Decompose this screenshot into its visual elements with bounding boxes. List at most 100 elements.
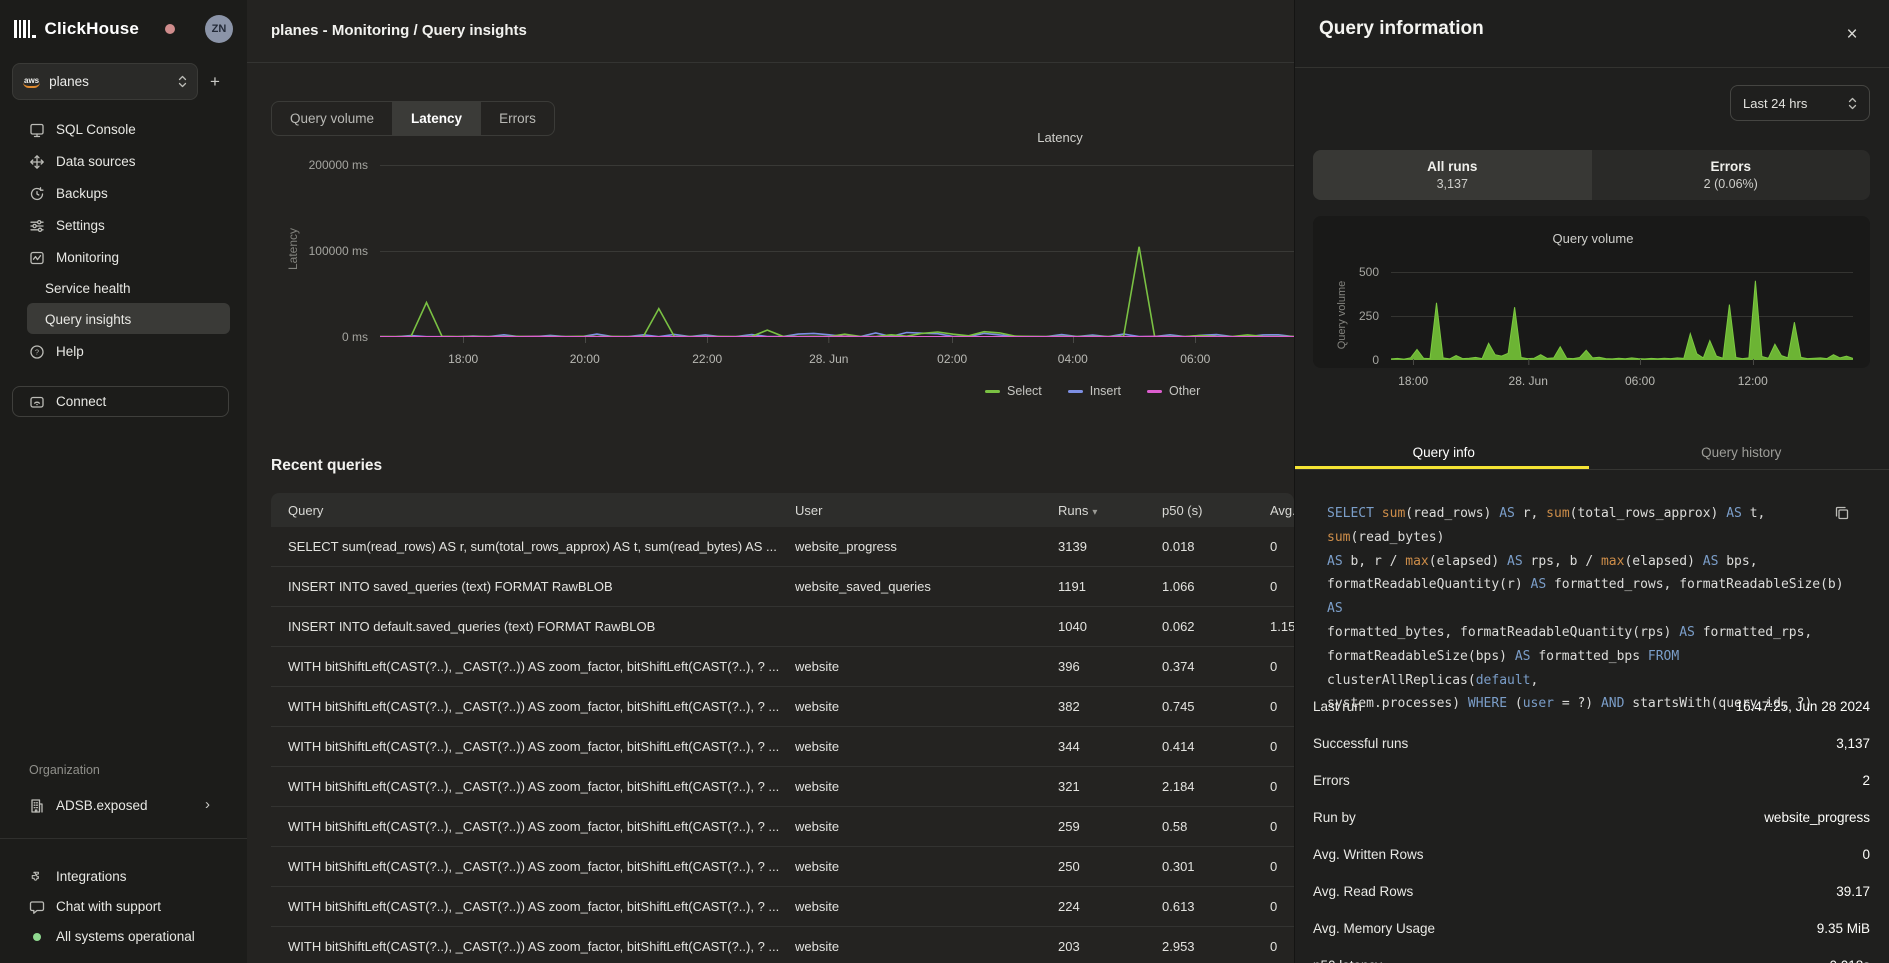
table-row[interactable]: INSERT INTO default.saved_queries (text)… bbox=[271, 607, 1294, 647]
table-row[interactable]: INSERT INTO saved_queries (text) FORMAT … bbox=[271, 567, 1294, 607]
cell-avg: 0 bbox=[1270, 819, 1294, 834]
legend-item-select[interactable]: Select bbox=[985, 384, 1042, 398]
cell-query: WITH bitShiftLeft(CAST(?..), _CAST(?..))… bbox=[288, 739, 795, 754]
cell-query: INSERT INTO saved_queries (text) FORMAT … bbox=[288, 579, 795, 594]
cell-avg: 0 bbox=[1270, 739, 1294, 754]
stat-row-errors: Errors 2 bbox=[1313, 762, 1870, 799]
puzzle-icon bbox=[29, 869, 45, 885]
recent-queries-title: Recent queries bbox=[271, 457, 382, 475]
column-header-user[interactable]: User bbox=[795, 503, 1058, 518]
sidebar-item-system-status[interactable]: All systems operational bbox=[0, 921, 247, 952]
sidebar-item-help[interactable]: ? Help bbox=[0, 336, 247, 367]
segment-all-runs[interactable]: All runs 3,137 bbox=[1313, 150, 1592, 200]
sidebar-item-service-health[interactable]: Service health bbox=[0, 273, 247, 304]
sidebar-item-integrations[interactable]: Integrations bbox=[0, 861, 247, 892]
panel-tabs: Query info Query history bbox=[1295, 436, 1889, 470]
tab-query-volume[interactable]: Query volume bbox=[272, 102, 392, 135]
column-header-p50[interactable]: p50 (s) bbox=[1162, 503, 1270, 518]
sidebar-item-settings[interactable]: Settings bbox=[0, 210, 247, 241]
sidebar-item-data-sources[interactable]: Data sources bbox=[0, 146, 247, 177]
cell-runs: 250 bbox=[1058, 859, 1162, 874]
segment-value: 2 (0.06%) bbox=[1704, 177, 1758, 191]
add-service-button[interactable]: + bbox=[203, 70, 227, 94]
query-volume-plot[interactable] bbox=[1391, 272, 1853, 360]
axis-tick-label: 22:00 bbox=[692, 352, 722, 366]
cell-user: website bbox=[795, 819, 1058, 834]
table-row[interactable]: WITH bitShiftLeft(CAST(?..), _CAST(?..))… bbox=[271, 767, 1294, 807]
axis-tick-label: 02:00 bbox=[937, 352, 967, 366]
sidebar-item-chat-support[interactable]: Chat with support bbox=[0, 891, 247, 922]
time-range-select[interactable]: Last 24 hrs bbox=[1730, 85, 1870, 121]
segment-label: All runs bbox=[1427, 159, 1477, 174]
table-row[interactable]: WITH bitShiftLeft(CAST(?..), _CAST(?..))… bbox=[271, 687, 1294, 727]
sidebar-item-query-insights[interactable]: Query insights bbox=[0, 304, 247, 335]
legend-item-other[interactable]: Other bbox=[1147, 384, 1200, 398]
cell-p50: 0.613 bbox=[1162, 899, 1270, 914]
sidebar: ClickHouse ZN aws planes + SQL Console D… bbox=[0, 0, 247, 963]
query-volume-chart-title: Query volume bbox=[1513, 231, 1673, 246]
table-row[interactable]: WITH bitShiftLeft(CAST(?..), _CAST(?..))… bbox=[271, 647, 1294, 687]
panel-title: Query information bbox=[1319, 18, 1484, 40]
cell-user: website bbox=[795, 859, 1058, 874]
stat-value: website_progress bbox=[1764, 810, 1870, 825]
cell-runs: 1040 bbox=[1058, 619, 1162, 634]
segment-errors[interactable]: Errors 2 (0.06%) bbox=[1592, 150, 1871, 200]
stat-label: Successful runs bbox=[1313, 736, 1408, 751]
query-information-panel: Query information × Last 24 hrs All runs… bbox=[1294, 0, 1889, 963]
column-header-query[interactable]: Query bbox=[288, 503, 795, 518]
restore-clock-icon bbox=[29, 186, 45, 202]
close-icon[interactable]: × bbox=[1839, 22, 1865, 48]
stat-value: 0.018s bbox=[1829, 958, 1870, 963]
avatar[interactable]: ZN bbox=[205, 15, 233, 43]
service-selector[interactable]: aws planes bbox=[12, 63, 198, 100]
terminal-icon bbox=[29, 122, 45, 138]
segment-label: Errors bbox=[1710, 159, 1751, 174]
cell-user: website bbox=[795, 739, 1058, 754]
table-row[interactable]: SELECT sum(read_rows) AS r, sum(total_ro… bbox=[271, 527, 1294, 567]
cell-runs: 1191 bbox=[1058, 579, 1162, 594]
latency-ytick: 0 ms bbox=[292, 330, 368, 344]
tab-latency[interactable]: Latency bbox=[392, 102, 480, 135]
sidebar-item-sql-console[interactable]: SQL Console bbox=[0, 114, 247, 145]
table-row[interactable]: WITH bitShiftLeft(CAST(?..), _CAST(?..))… bbox=[271, 887, 1294, 927]
sidebar-item-label: Help bbox=[56, 344, 84, 359]
column-header-avg[interactable]: Avg. bbox=[1270, 503, 1294, 518]
axis-tick-label: 20:00 bbox=[570, 352, 600, 366]
move-arrows-icon bbox=[29, 154, 45, 170]
table-row[interactable]: WITH bitShiftLeft(CAST(?..), _CAST(?..))… bbox=[271, 927, 1294, 963]
cell-query: SELECT sum(read_rows) AS r, sum(total_ro… bbox=[288, 539, 795, 554]
table-row[interactable]: WITH bitShiftLeft(CAST(?..), _CAST(?..))… bbox=[271, 847, 1294, 887]
cell-avg: 1.15 bbox=[1270, 619, 1294, 634]
sidebar-item-backups[interactable]: Backups bbox=[0, 178, 247, 209]
legend-swatch-insert bbox=[1068, 390, 1083, 393]
sidebar-item-monitoring[interactable]: Monitoring bbox=[0, 242, 247, 273]
organization-section-label: Organization bbox=[29, 763, 100, 777]
qv-ytick: 500 bbox=[1339, 265, 1379, 279]
sidebar-divider bbox=[0, 838, 247, 839]
latency-chart-plot[interactable] bbox=[380, 165, 1294, 337]
cell-query: WITH bitShiftLeft(CAST(?..), _CAST(?..))… bbox=[288, 659, 795, 674]
tab-query-info[interactable]: Query info bbox=[1295, 436, 1593, 469]
stat-row-last-run: Last run 16:47:25, Jun 28 2024 bbox=[1313, 688, 1870, 725]
active-tab-underline bbox=[1295, 466, 1589, 469]
organization-switcher[interactable]: ADSB.exposed › bbox=[0, 790, 247, 821]
sidebar-item-label: Backups bbox=[56, 186, 108, 201]
chat-bubble-icon bbox=[29, 899, 45, 915]
legend-item-insert[interactable]: Insert bbox=[1068, 384, 1121, 398]
table-row[interactable]: WITH bitShiftLeft(CAST(?..), _CAST(?..))… bbox=[271, 727, 1294, 767]
stat-label: p50 latency bbox=[1313, 958, 1382, 963]
column-header-runs[interactable]: Runs▾ bbox=[1058, 503, 1162, 518]
latency-ytick: 100000 ms bbox=[292, 244, 368, 258]
cell-query: WITH bitShiftLeft(CAST(?..), _CAST(?..))… bbox=[288, 859, 795, 874]
table-row[interactable]: WITH bitShiftLeft(CAST(?..), _CAST(?..))… bbox=[271, 807, 1294, 847]
cell-runs: 224 bbox=[1058, 899, 1162, 914]
tab-errors[interactable]: Errors bbox=[480, 102, 554, 135]
stat-value: 0 bbox=[1862, 847, 1870, 862]
sidebar-item-label: Monitoring bbox=[56, 250, 119, 265]
sidebar-item-label: Service health bbox=[45, 281, 131, 296]
copy-icon[interactable] bbox=[1832, 503, 1852, 523]
connect-button[interactable] bbox=[12, 386, 229, 417]
cell-runs: 382 bbox=[1058, 699, 1162, 714]
tab-query-history[interactable]: Query history bbox=[1593, 436, 1889, 469]
cell-avg: 0 bbox=[1270, 539, 1294, 554]
